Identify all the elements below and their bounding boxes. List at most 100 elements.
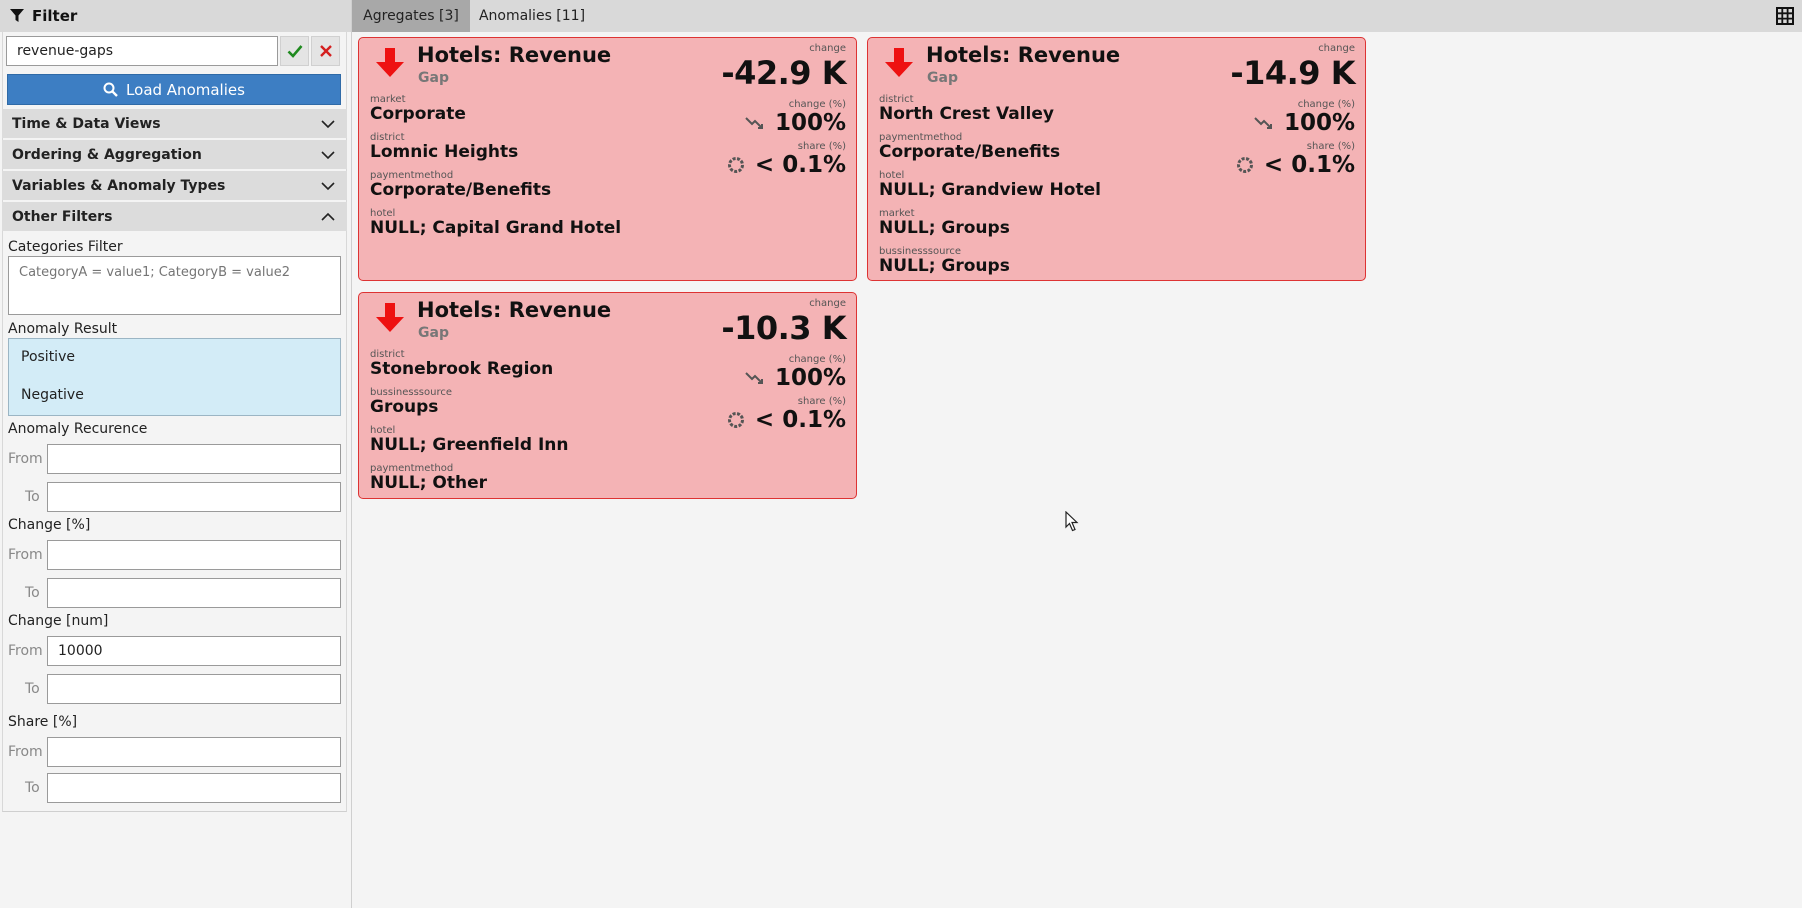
confirm-filter-button[interactable] (280, 36, 309, 66)
change-label: change (809, 43, 846, 54)
change-pct-block: change (%) 100% (1254, 99, 1355, 136)
dim-value: NULL; Groups (879, 218, 1010, 238)
filter-sidebar: Filter Load Anomalies Time & Data Views … (0, 0, 352, 908)
anomaly-result-label: Anomaly Result (8, 321, 118, 337)
section-time-data-views[interactable]: Time & Data Views (2, 109, 347, 138)
pie-icon (727, 156, 745, 174)
section-other-filters[interactable]: Other Filters (2, 202, 347, 231)
categories-filter-input[interactable] (8, 256, 341, 315)
share-value: < 0.1% (754, 407, 846, 433)
change-value: -42.9 K (721, 54, 846, 92)
change-num-from-label: From (8, 643, 43, 659)
change-block: change -14.9 K (1230, 43, 1355, 92)
recurrence-from-label: From (8, 451, 43, 467)
change-value: -10.3 K (721, 309, 846, 347)
change-pct-to-label: To (25, 585, 40, 601)
change-pct-block: change (%) 100% (745, 99, 846, 136)
dim-value: NULL; Greenfield Inn (370, 435, 569, 455)
share-to-input[interactable] (47, 773, 341, 803)
tab-agregates[interactable]: Agregates [3] (352, 0, 470, 32)
pie-icon (1236, 156, 1254, 174)
share-block: share (%) < 0.1% (727, 396, 846, 433)
tab-anomalies[interactable]: Anomalies [11] (470, 0, 594, 32)
change-num-label: Change [num] (8, 613, 109, 629)
share-value: < 0.1% (1263, 152, 1355, 178)
share-block: share (%) < 0.1% (727, 141, 846, 178)
trend-down-icon (1254, 116, 1274, 130)
chevron-down-icon (321, 150, 335, 159)
arrow-down-icon (376, 48, 404, 77)
change-num-from-input[interactable] (47, 636, 341, 666)
table-icon[interactable] (1776, 7, 1794, 25)
filter-header: Filter (0, 0, 351, 32)
dim-value: NULL; Groups (879, 256, 1010, 276)
section-label: Ordering & Aggregation (12, 146, 202, 163)
anomaly-card[interactable]: Hotels: Revenue Gap market Corporate dis… (358, 37, 857, 281)
share-label: Share [%] (8, 714, 78, 730)
change-block: change -10.3 K (721, 298, 846, 347)
change-pct-label: change (%) (788, 99, 846, 110)
share-from-input[interactable] (47, 737, 341, 767)
change-value: -14.9 K (1230, 54, 1355, 92)
section-label: Other Filters (12, 208, 113, 225)
change-pct-label: change (%) (788, 354, 846, 365)
share-label: share (%) (797, 396, 846, 407)
top-tab-bar: Agregates [3] Anomalies [11] (352, 0, 1802, 32)
dim-value: Corporate (370, 104, 466, 124)
recurrence-from-input[interactable] (47, 444, 341, 474)
anomaly-result-list[interactable]: Positive Negative (8, 338, 341, 416)
load-anomalies-label: Load Anomalies (126, 80, 245, 99)
search-icon (103, 82, 118, 97)
load-anomalies-button[interactable]: Load Anomalies (7, 74, 341, 105)
recurrence-to-input[interactable] (47, 482, 341, 512)
x-icon (319, 45, 332, 57)
change-block: change -42.9 K (721, 43, 846, 92)
card-subtitle: Gap (418, 70, 449, 86)
anomaly-recurrence-label: Anomaly Recurence (8, 421, 148, 437)
anomaly-card[interactable]: Hotels: Revenue Gap district Stonebrook … (358, 292, 857, 499)
card-subtitle: Gap (418, 325, 449, 341)
share-label: share (%) (1306, 141, 1355, 152)
dim-value: Corporate/Benefits (879, 142, 1061, 162)
change-pct-label: change (%) (1297, 99, 1355, 110)
change-pct-to-input[interactable] (47, 578, 341, 608)
share-to-label: To (25, 780, 40, 796)
chevron-down-icon (321, 119, 335, 128)
dim-value: Corporate/Benefits (370, 180, 552, 200)
chevron-up-icon (321, 212, 335, 221)
change-pct-value: 100% (774, 365, 846, 391)
dim-value: North Crest Valley (879, 104, 1054, 124)
section-ordering-aggregation[interactable]: Ordering & Aggregation (2, 140, 347, 169)
change-pct-from-input[interactable] (47, 540, 341, 570)
checkmark-icon (287, 45, 302, 58)
section-variables-anomaly-types[interactable]: Variables & Anomaly Types (2, 171, 347, 200)
categories-filter-label: Categories Filter (8, 239, 123, 255)
trend-down-icon (745, 116, 765, 130)
change-pct-value: 100% (1283, 110, 1355, 136)
filter-title: Filter (32, 7, 78, 25)
clear-filter-button[interactable] (311, 36, 340, 66)
filter-name-input[interactable] (6, 36, 278, 66)
section-label: Time & Data Views (12, 115, 161, 132)
chevron-down-icon (321, 181, 335, 190)
change-num-to-input[interactable] (47, 674, 341, 704)
change-pct-value: 100% (774, 110, 846, 136)
share-from-label: From (8, 744, 43, 760)
dim-value: NULL; Grandview Hotel (879, 180, 1101, 200)
dim-value: NULL; Other (370, 473, 488, 493)
anomaly-card[interactable]: Hotels: Revenue Gap district North Crest… (867, 37, 1366, 281)
arrow-down-icon (885, 48, 913, 77)
trend-down-icon (745, 371, 765, 385)
change-label: change (1318, 43, 1355, 54)
anomaly-result-negative[interactable]: Negative (21, 387, 84, 403)
card-title: Hotels: Revenue (417, 298, 612, 322)
card-title: Hotels: Revenue (417, 43, 612, 67)
dim-value: NULL; Capital Grand Hotel (370, 218, 622, 238)
recurrence-to-label: To (25, 489, 40, 505)
change-pct-from-label: From (8, 547, 43, 563)
funnel-icon (10, 9, 24, 22)
card-subtitle: Gap (927, 70, 958, 86)
anomaly-result-positive[interactable]: Positive (21, 349, 75, 365)
dim-value: Stonebrook Region (370, 359, 554, 379)
section-label: Variables & Anomaly Types (12, 177, 226, 194)
